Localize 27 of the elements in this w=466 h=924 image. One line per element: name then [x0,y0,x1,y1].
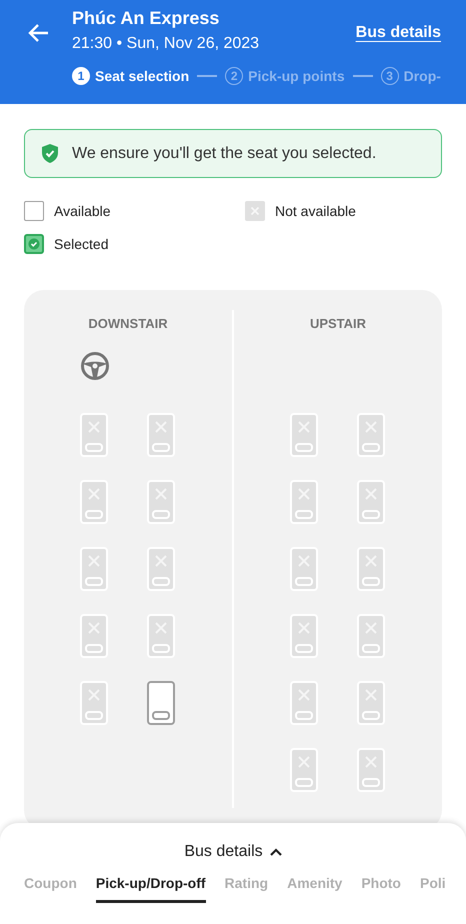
detail-tab[interactable]: Poli [420,875,446,903]
available-swatch [24,201,44,221]
unavailable-swatch [245,201,265,221]
legend-label: Selected [54,236,108,252]
legend-label: Not available [275,203,356,219]
shield-check-icon [42,144,58,163]
available-seat-icon[interactable] [147,681,175,725]
selected-swatch [24,234,44,254]
detail-tab[interactable]: Rating [224,875,268,903]
step-tab[interactable]: 1 Seat selection [72,67,190,85]
step-tab[interactable]: 3 Drop- [380,67,441,85]
guarantee-text: We ensure you'll get the seat you selected. [72,144,376,162]
trip-date: 21:30 • Sun, Nov 26, 2023 [72,35,260,53]
steering-wheel-icon [80,351,110,381]
chevron-up-icon [270,848,282,856]
bus-details-toggle[interactable]: Bus details [184,843,282,861]
back-icon[interactable] [28,22,50,44]
detail-tab[interactable]: Coupon [24,875,77,903]
step-tab[interactable]: 2 Pick-up points [225,67,345,85]
bus-details-link[interactable]: Bus details [356,24,441,42]
deck-label: UPSTAIR [308,316,368,331]
legend-label: Available [54,203,111,219]
detail-tab[interactable]: Amenity [287,875,342,903]
deck-label: DOWNSTAIR [87,316,169,331]
trip-title: Phúc An Express [72,8,220,29]
detail-tab[interactable]: Pick-up/Drop-off [96,875,206,903]
detail-tab[interactable]: Photo [361,875,401,903]
